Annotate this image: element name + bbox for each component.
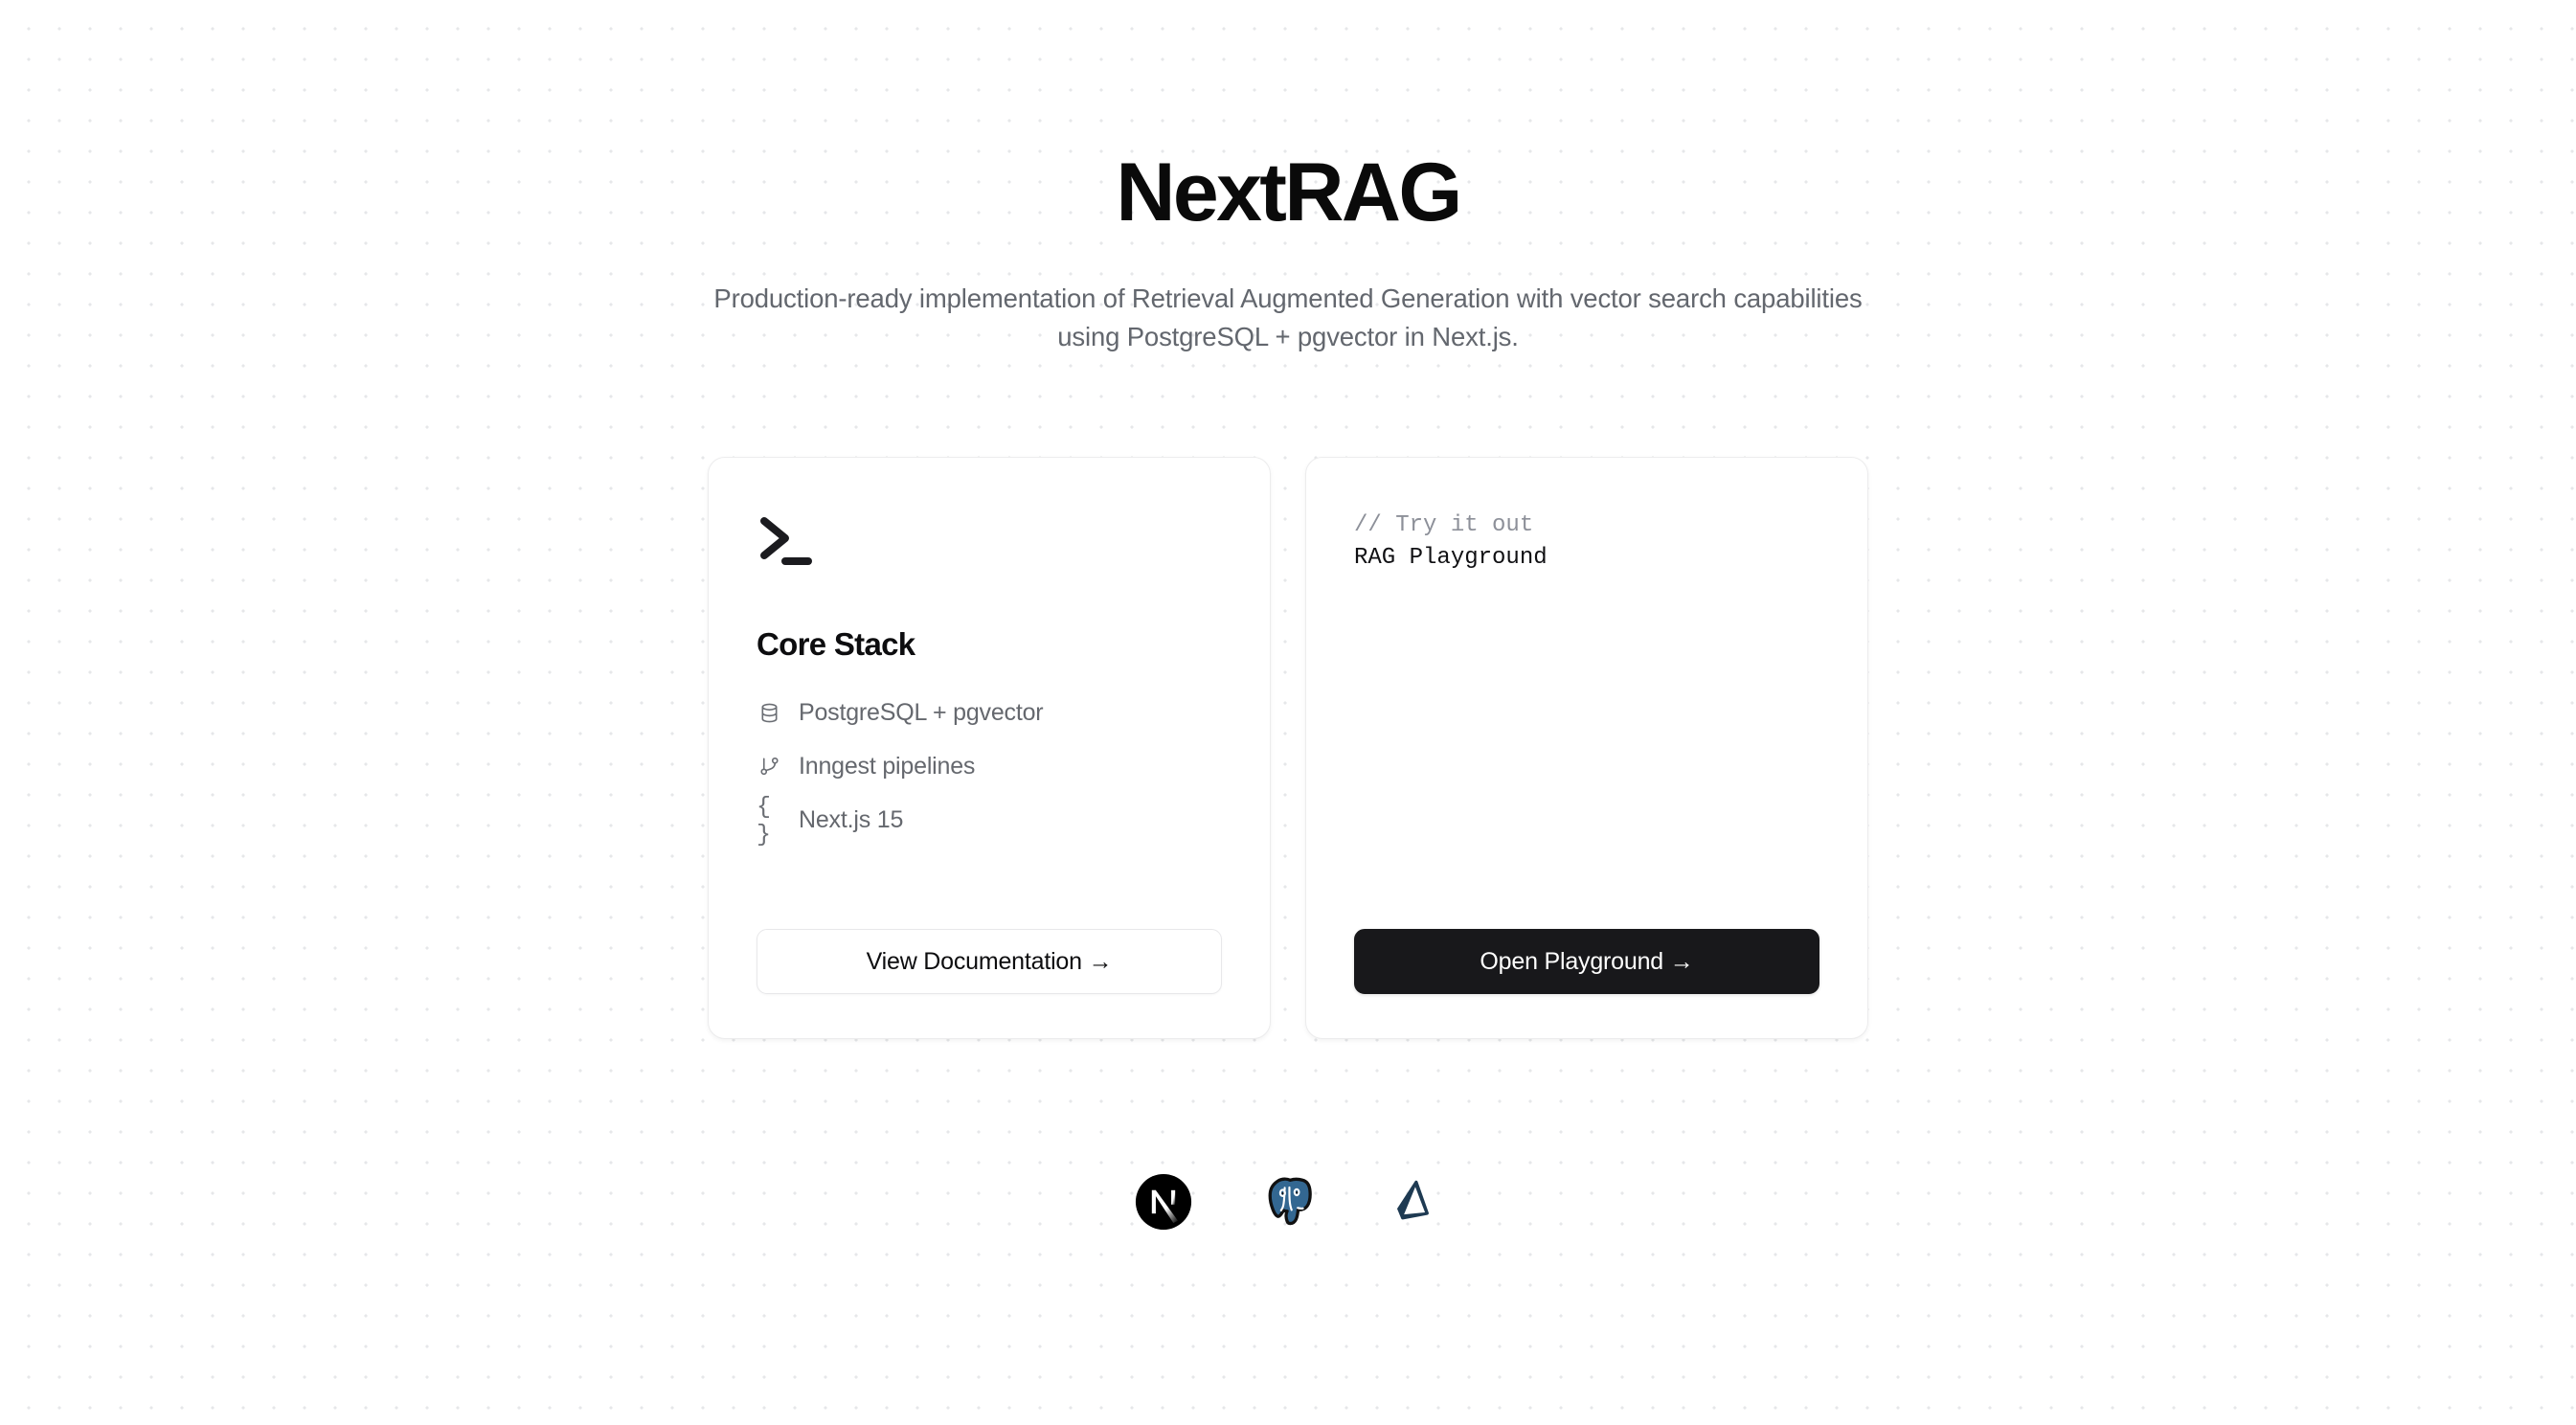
tech-logos-row [1122,1161,1454,1243]
code-comment: // Try it out [1354,512,1534,538]
list-item-label: PostgreSQL + pgvector [799,699,1044,726]
hero-section: NextRAG Production-ready implementation … [0,151,2576,356]
stack-list: PostgreSQL + pgvector Inngest pipelines [757,699,1222,848]
cards-row: Core Stack PostgreSQL + pgvector Inngest… [708,457,1868,1039]
code-snippet: // Try it out RAG Playground [1354,509,1819,575]
list-item-label: Inngest pipelines [799,753,976,780]
core-stack-card-action: View Documentation → [757,929,1222,994]
playground-card: // Try it out RAG Playground Open Playgr… [1305,457,1868,1039]
list-item: Inngest pipelines [757,753,1222,780]
list-item: { } Next.js 15 [757,792,1222,848]
view-documentation-button[interactable]: View Documentation → [757,929,1222,994]
list-item: PostgreSQL + pgvector [757,699,1222,727]
playground-card-action: Open Playground → [1354,929,1819,994]
card-heading-core-stack: Core Stack [757,626,915,662]
page-title: NextRAG [1116,147,1462,238]
nextjs-logo [1122,1161,1205,1243]
hero-subtitle: Production-ready implementation of Retri… [713,283,1863,351]
core-stack-card: Core Stack PostgreSQL + pgvector Inngest… [708,457,1271,1039]
git-branch-icon [757,754,782,780]
list-item-label: Next.js 15 [799,806,904,833]
curly-braces-icon: { } [757,792,771,848]
landing-page: NextRAG Production-ready implementation … [0,0,2576,1425]
terminal-prompt-icon [757,513,816,567]
postgresql-logo [1247,1161,1329,1243]
prisma-logo [1371,1161,1454,1243]
open-playground-button[interactable]: Open Playground → [1354,929,1819,994]
code-line: RAG Playground [1354,545,1548,572]
database-icon [757,700,782,726]
